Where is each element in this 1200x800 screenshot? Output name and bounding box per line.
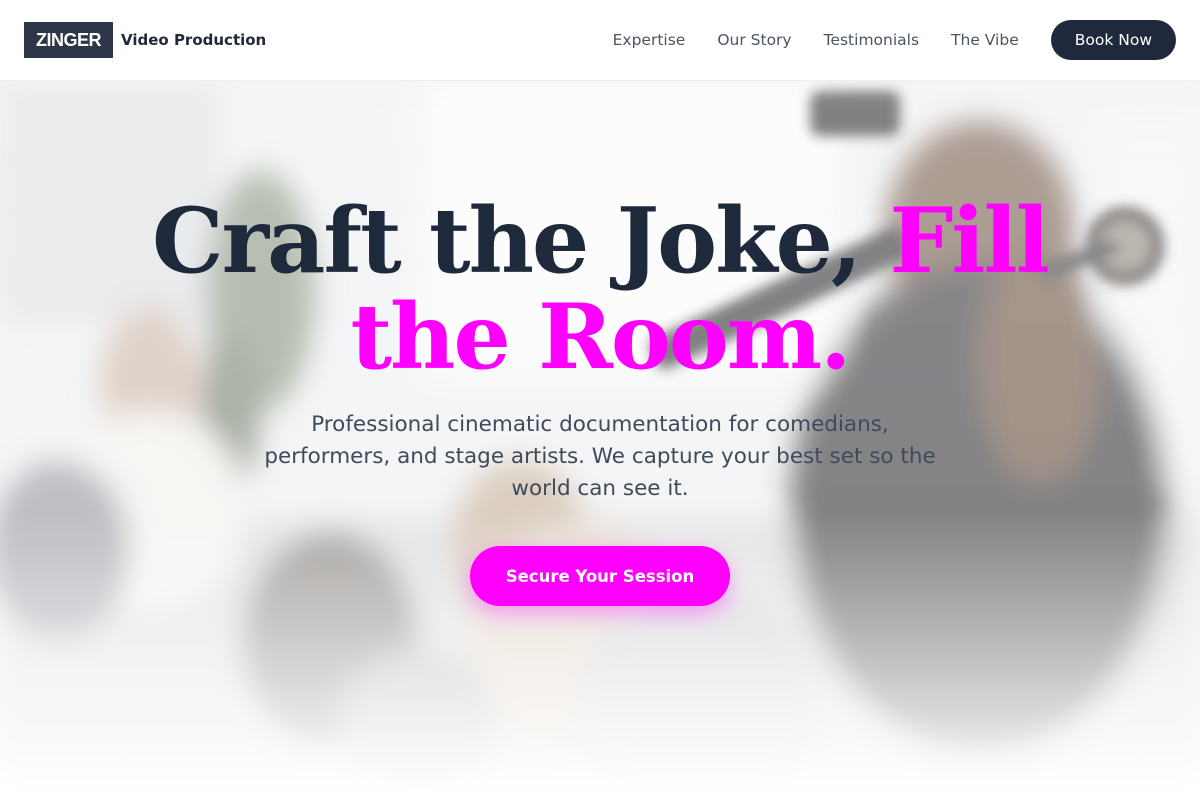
secure-session-button[interactable]: Secure Your Session [470, 546, 730, 606]
headline-dark-text: Craft the Joke, [152, 188, 862, 294]
hero-headline: Craft the Joke, Fill the Room. [150, 193, 1050, 385]
book-now-button[interactable]: Book Now [1050, 20, 1176, 60]
nav-link-the-vibe[interactable]: The Vibe [951, 31, 1019, 49]
nav-link-testimonials[interactable]: Testimonials [824, 31, 919, 49]
hero-content: Craft the Joke, Fill the Room. Professio… [0, 81, 1200, 800]
hero-subtext: Professional cinematic documentation for… [264, 412, 936, 501]
nav-link-our-story[interactable]: Our Story [717, 31, 791, 49]
site-header: ZINGER Video Production Expertise Our St… [0, 0, 1200, 81]
main-nav: Expertise Our Story Testimonials The Vib… [613, 20, 1176, 60]
brand-label: Video Production [121, 31, 267, 49]
brand[interactable]: ZINGER Video Production [24, 22, 266, 58]
nav-link-expertise[interactable]: Expertise [613, 31, 686, 49]
logo[interactable]: ZINGER [24, 22, 114, 58]
hero-section: Craft the Joke, Fill the Room. Professio… [0, 81, 1200, 800]
